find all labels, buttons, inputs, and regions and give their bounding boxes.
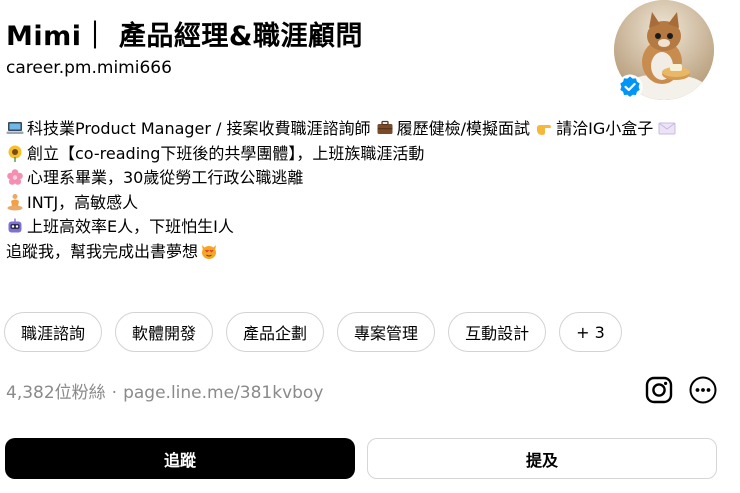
robot-icon [8,218,22,233]
laptop-icon [6,122,24,134]
bio-text-3: 心理系畢業，30歲從勞工行政公職逃離 [27,168,304,187]
bio-text-4: INTJ，高敏感人 [27,192,139,212]
heart-eyes-cat-icon [202,244,217,259]
meta-separator: · [111,383,118,403]
profile-link[interactable]: page.line.me/381kvboy [123,383,323,403]
follow-button[interactable]: 追蹤 [5,438,355,479]
profile-meta: 4,382位粉絲 · page.line.me/381kvboy [6,378,323,403]
tag-product-planning[interactable]: 產品企劃 [226,312,325,352]
meditating-person-icon [7,193,23,210]
instagram-icon[interactable] [643,374,675,406]
mention-button[interactable]: 提及 [367,438,717,479]
bio-line-4: INTJ，高敏感人 [6,191,731,216]
bio-text-1b: 履歷健檢/模擬面試 [396,119,531,138]
tag-career-consulting[interactable]: 職涯諮詢 [4,312,103,352]
tag-software-development[interactable]: 軟體開發 [115,312,214,352]
envelope-icon [658,122,676,135]
tag-project-management[interactable]: 專案管理 [337,312,436,352]
tag-more[interactable]: + 3 [559,312,622,352]
briefcase-icon [377,120,393,134]
bio-text-1c: 請洽IG小盒子 [556,119,654,138]
bio-line-1: 科技業Product Manager / 接案收費職涯諮詢師 履歷健檢/模擬面試… [6,117,731,142]
sunflower-icon [8,145,22,162]
bio-line-5: 上班高效率E人，下班怕生I人 [6,215,731,240]
follower-count[interactable]: 4,382位粉絲 [6,383,106,403]
bio-line-2: 創立【co-reading下班後的共學團體】，上班族職涯活動 [6,142,731,167]
pointing-hand-icon [537,125,552,135]
profile-name: Mimi｜ 產品經理&職涯顧問 [6,21,363,52]
bio-line-6: 追蹤我，幫我完成出書夢想 [6,240,731,265]
more-icon[interactable] [687,374,719,406]
profile-username: career.pm.mimi666 [6,58,172,78]
avatar[interactable] [614,0,718,100]
tag-interaction-design[interactable]: 互動設計 [448,312,547,352]
verified-badge-icon [617,74,643,100]
bio-text-1: 科技業Product Manager / 接案收費職涯諮詢師 [27,119,371,138]
bio-text-6: 追蹤我，幫我完成出書夢想 [6,241,199,261]
bio: 科技業Product Manager / 接案收費職涯諮詢師 履歷健檢/模擬面試… [6,117,731,264]
bio-text-2: 創立【co-reading下班後的共學團體】，上班族職涯活動 [27,143,425,163]
tag-list: 職涯諮詢 軟體開發 產品企劃 專案管理 互動設計 + 3 [4,312,622,352]
bio-text-5: 上班高效率E人，下班怕生I人 [27,217,234,236]
bio-line-3: 心理系畢業，30歲從勞工行政公職逃離 [6,166,731,191]
cherry-blossom-icon [7,169,23,185]
